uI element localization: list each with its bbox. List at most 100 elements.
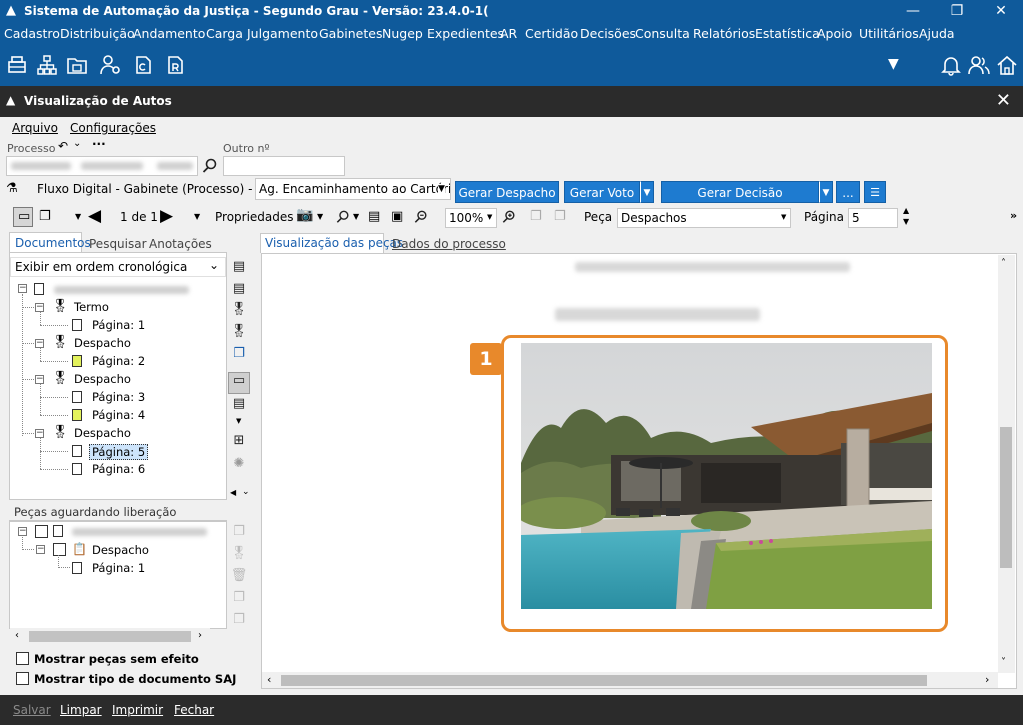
imprimir-button[interactable]: Imprimir [112,703,163,717]
menu-item-3[interactable]: Carga [206,26,243,41]
chevron-left-icon[interactable]: ‹ [15,630,19,641]
certificate-icon[interactable]: 🎖 [229,546,249,566]
chevron-down-icon[interactable]: ⌄ [73,138,81,149]
spinner-down-icon[interactable]: ▼ [903,217,909,226]
menu-item-6[interactable]: Nugep [382,26,423,41]
sem-efeito-label[interactable]: Mostrar peças sem efeito [34,652,199,666]
home-icon[interactable] [996,54,1018,76]
pending-page-label[interactable]: Página: 1 [92,561,145,575]
tree-page-label[interactable]: Página: 1 [92,318,145,332]
collapse-icon[interactable]: − [18,527,27,536]
chevron-right-icon[interactable]: › [198,630,202,641]
document-c-icon[interactable] [132,54,154,76]
menu-item-16[interactable]: Ajuda [919,26,955,41]
chevron-up-icon[interactable]: ˄ [1001,258,1006,269]
fit-page-icon[interactable]: ▣ [391,209,403,224]
menu-item-5[interactable]: Gabinetes [319,26,382,41]
menu-item-1[interactable]: Distribuição [60,26,135,41]
compare-icon[interactable]: ❐ [229,346,249,366]
list-view-icon[interactable]: ▤ [229,281,249,301]
close-button[interactable]: ✕ [979,0,1023,24]
chevron-down-icon[interactable]: ⌄ [242,487,250,497]
folder-archive-icon[interactable] [66,54,88,76]
overflow-icon[interactable]: » [1010,209,1017,222]
salvar-button[interactable]: Salvar [13,703,51,717]
chevron-left-icon[interactable]: ‹ [267,673,271,686]
menu-item-14[interactable]: Apoio [817,26,852,41]
chevron-down-icon[interactable]: ▼ [236,417,241,425]
gerar-decisao-button[interactable]: Gerar Decisão Monocrática [661,181,819,222]
pending-doc-label[interactable]: Despacho [92,543,149,557]
tipo-saj-checkbox[interactable] [16,672,29,685]
viewer-vscroll-thumb[interactable] [1000,427,1012,568]
pages-icon[interactable]: ❐ [39,209,51,224]
tab-pesquisar[interactable]: Pesquisar [89,237,147,251]
more-options-button[interactable]: ... [836,181,860,203]
outro-numero-input[interactable] [223,156,345,176]
pending-root-checkbox[interactable] [35,525,48,538]
fechar-button[interactable]: Fechar [174,703,214,717]
menu-item-13[interactable]: Estatística [755,26,820,41]
collapse-icon[interactable]: − [35,375,44,384]
menu-item-4[interactable]: Julgamento [247,26,318,41]
zoom-in-icon[interactable] [502,210,516,224]
pending-despacho-checkbox[interactable] [53,543,66,556]
add-note-icon[interactable]: ⊞ [229,433,249,453]
spinner-up-icon[interactable]: ▲ [903,206,909,215]
menu-item-8[interactable]: AR [500,26,517,41]
menu-item-12[interactable]: Relatórios [693,26,755,41]
camera-icon[interactable]: 📷 [296,207,313,223]
minimize-button[interactable]: — [891,0,935,24]
hierarchy-icon[interactable]: ▤ [229,396,249,416]
certificate-icon[interactable]: 🎖 [229,302,249,322]
chevron-left-icon[interactable]: ◀ [230,488,236,497]
zoom-out-icon[interactable] [414,210,428,224]
more-icon[interactable]: ··· [92,137,106,151]
order-select[interactable]: Exibir em ordem cronológica [10,257,226,277]
tree-page-label[interactable]: Página: 6 [92,462,145,476]
filter-button[interactable]: ☰ [864,181,886,203]
propriedades-button[interactable]: Propriedades [215,210,294,224]
tree-page-label[interactable]: Página: 2 [92,354,145,368]
gerar-voto-button[interactable]: Gerar Voto [564,181,640,203]
tab-documentos[interactable]: Documentos [15,236,91,250]
rotate-left-icon[interactable]: ❐ [530,209,542,224]
menu-item-0[interactable]: Cadastro [4,26,60,41]
processo-input[interactable] [6,156,198,176]
tree-page-label[interactable]: Página: 3 [92,390,145,404]
tree-doc-label[interactable]: Despacho [74,426,131,440]
configuracoes-menu[interactable]: Configurações [70,121,156,135]
tipo-saj-label[interactable]: Mostrar tipo de documento SAJ [34,672,236,686]
tree-doc-label[interactable]: Despacho [74,372,131,386]
chevron-down-icon[interactable]: ˅ [1001,657,1006,668]
chevron-down-icon[interactable]: ▼ [194,212,200,221]
collapse-icon[interactable]: − [36,545,45,554]
menu-dropdown-icon[interactable]: ▼ [888,56,899,72]
tree-view-icon[interactable]: ▤ [229,259,249,279]
tab-dados-processo[interactable]: Dados do processo [392,237,506,251]
close-icon[interactable]: ✕ [996,90,1011,111]
previous-page-icon[interactable]: ◀ [88,206,101,226]
tree-page-label[interactable]: Página: 5 [89,444,149,460]
collapse-icon[interactable]: − [35,339,44,348]
limpar-button[interactable]: Limpar [60,703,102,717]
tree-page-label[interactable]: Página: 4 [92,408,145,422]
pending-hscroll-thumb[interactable] [29,631,191,642]
viewer-hscroll-thumb[interactable] [281,675,927,686]
user-settings-icon[interactable] [100,54,122,76]
menu-item-7[interactable]: Expedientes [427,26,504,41]
fila-select[interactable]: Ag. Encaminhamento ao Cartório [255,178,451,200]
restore-button[interactable]: ❐ [935,0,979,24]
chevron-down-icon[interactable]: ▼ [317,212,323,221]
back-icon[interactable]: ↶ [58,139,68,153]
zoom-search-icon[interactable] [336,210,350,224]
chevron-down-icon[interactable]: ▼ [75,212,81,221]
chevron-down-icon[interactable]: ▼ [353,212,359,221]
document-r-icon[interactable] [164,54,186,76]
collapse-icon[interactable]: − [18,284,27,293]
collapse-icon[interactable]: − [35,303,44,312]
pagina-input[interactable]: 5 [848,208,898,228]
chevron-right-icon[interactable]: › [985,673,989,686]
gerar-voto-dropdown[interactable]: ▼ [640,181,654,203]
gerar-despacho-button[interactable]: Gerar Despacho [455,181,559,203]
